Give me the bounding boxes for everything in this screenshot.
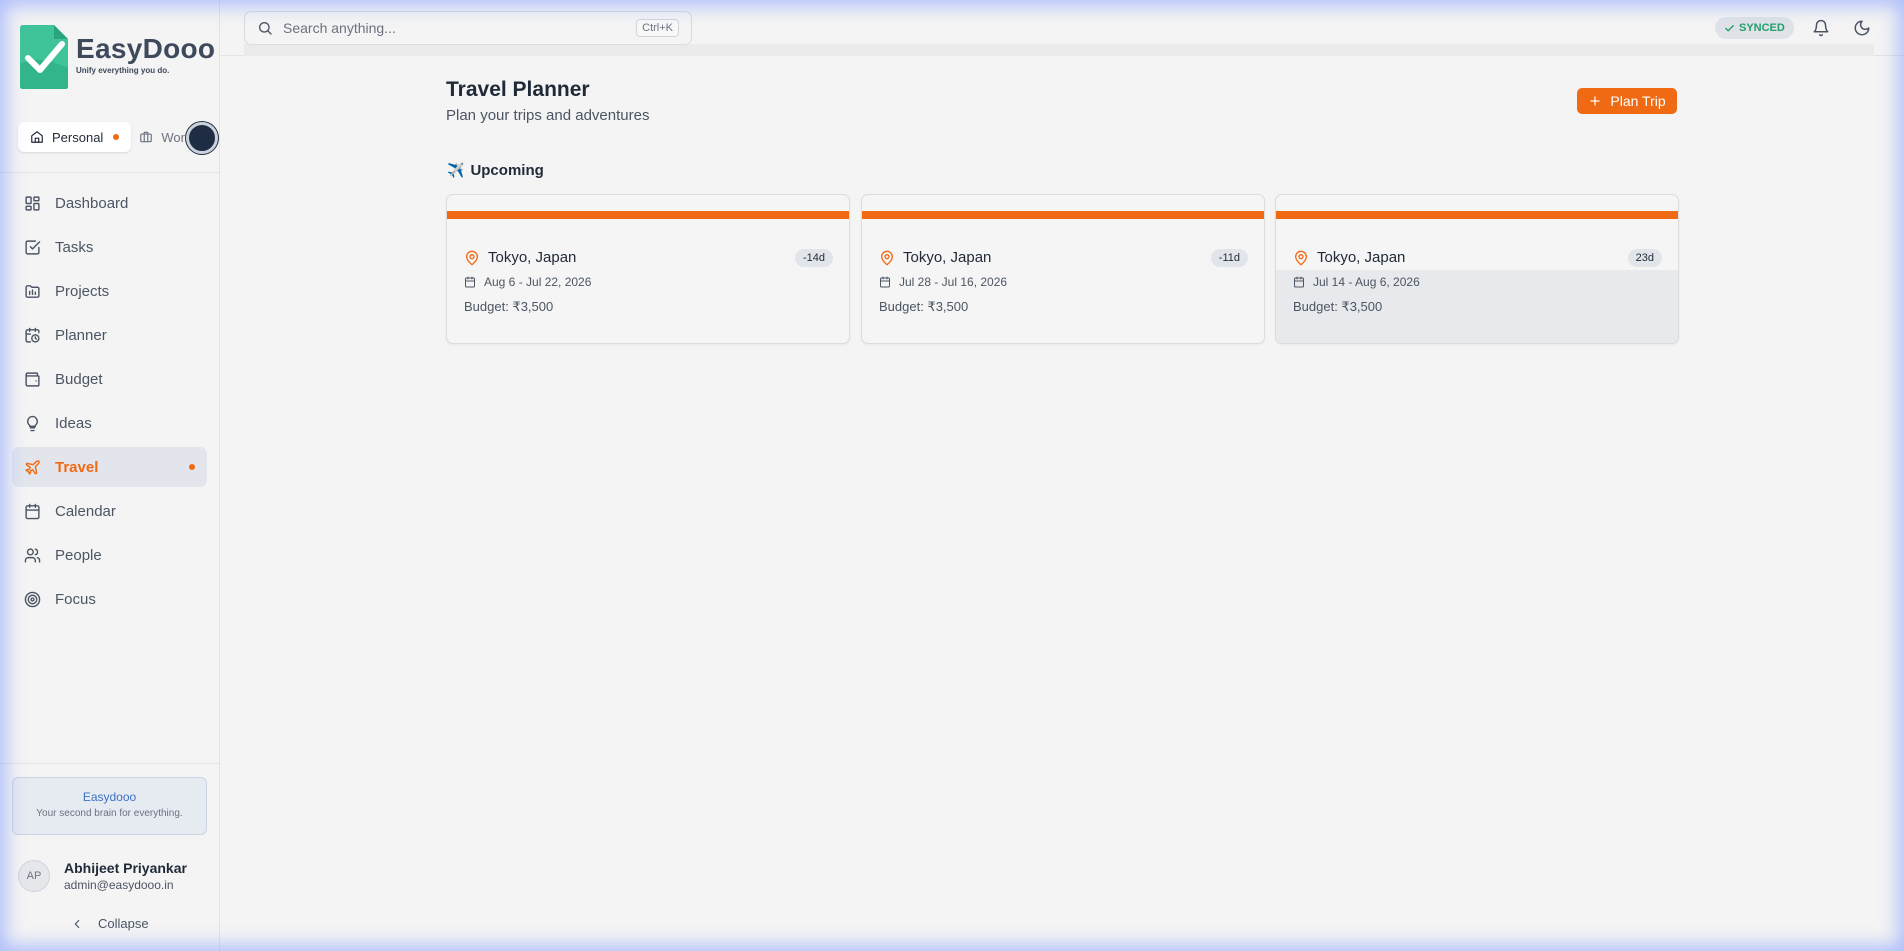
lightbulb-icon xyxy=(27,415,38,431)
avatar: AP xyxy=(18,860,50,892)
sidebar-item-projects[interactable]: Projects xyxy=(12,271,207,311)
workspace-switcher: Personal Work xyxy=(18,122,203,152)
plus-icon xyxy=(1590,96,1601,106)
promo-subtitle: Your second brain for everything. xyxy=(36,808,183,819)
people-icon xyxy=(24,547,41,563)
trip-destination: Tokyo, Japan xyxy=(488,249,577,266)
trip-days-badge: 23d xyxy=(1627,249,1662,267)
trip-card-accent-bar xyxy=(447,211,849,219)
sidebar-item-people[interactable]: People xyxy=(12,535,207,575)
sidebar-item-planner[interactable]: Planner xyxy=(12,315,207,355)
check-icon xyxy=(1725,24,1734,31)
sidebar-item-dashboard[interactable]: Dashboard xyxy=(12,183,207,223)
sidebar-divider xyxy=(0,763,220,764)
trip-budget: Budget: ₹3,500 xyxy=(1293,299,1383,314)
calendar-icon xyxy=(880,276,890,288)
sidebar-item-label: Budget xyxy=(55,370,103,388)
sidebar-item-label: Ideas xyxy=(55,414,92,432)
trip-card[interactable]: Tokyo, Japan 23d Jul 14 - Aug 6, 2026 Bu… xyxy=(1275,194,1679,344)
user-name: Abhijeet Priyankar xyxy=(64,860,187,876)
logo-icon xyxy=(18,24,70,90)
trip-days-badge: -11d xyxy=(1210,249,1248,267)
screen-glow-frame xyxy=(0,0,1904,951)
sidebar-item-label: Tasks xyxy=(55,238,94,256)
search-icon xyxy=(259,22,272,35)
top-bar-strip xyxy=(244,44,1874,56)
promo-card: Easydooo Your second brain for everythin… xyxy=(12,777,207,835)
calendar-icon xyxy=(25,503,40,519)
sync-status-badge: SYNCED xyxy=(1715,17,1794,39)
brand-name: EasyDooo xyxy=(76,33,216,64)
active-indicator-dot xyxy=(189,464,195,470)
calendar-icon xyxy=(1294,276,1304,288)
airplane-emoji-icon: ✈️ xyxy=(447,162,465,178)
workspace-personal-label: Personal xyxy=(52,129,104,145)
trip-budget: Budget: ₹3,500 xyxy=(879,299,969,314)
wallet-icon xyxy=(25,371,40,387)
sidebar-item-calendar[interactable]: Calendar xyxy=(12,491,207,531)
sidebar-item-tasks[interactable]: Tasks xyxy=(12,227,207,267)
search-placeholder: Search anything... xyxy=(283,20,396,36)
sidebar-item-label: Dashboard xyxy=(55,194,129,212)
home-icon xyxy=(31,131,43,143)
sidebar: EasyDooo Unify everything you do. Person… xyxy=(0,0,220,951)
brand-tagline: Unify everything you do. xyxy=(76,66,170,75)
trip-card-accent-bar xyxy=(1276,211,1678,219)
trip-destination: Tokyo, Japan xyxy=(903,249,992,266)
planner-icon xyxy=(25,327,40,343)
promo-title: Easydooo xyxy=(82,790,137,804)
page-title: Travel Planner xyxy=(446,78,590,101)
page-subtitle: Plan your trips and adventures xyxy=(446,107,650,124)
sidebar-item-ideas[interactable]: Ideas xyxy=(12,403,207,443)
workspace-personal-button[interactable]: Personal xyxy=(18,122,132,152)
brand-logo[interactable]: EasyDooo Unify everything you do. xyxy=(18,24,215,90)
tasks-icon xyxy=(25,239,41,255)
calendar-icon xyxy=(465,276,475,288)
trip-destination: Tokyo, Japan xyxy=(1317,249,1406,266)
map-pin-icon xyxy=(1295,250,1307,265)
dashboard-icon xyxy=(25,195,40,211)
trip-budget: Budget: ₹3,500 xyxy=(464,299,554,314)
bell-icon[interactable] xyxy=(1812,19,1830,37)
trip-card[interactable]: Tokyo, Japan -11d Jul 28 - Jul 16, 2026 … xyxy=(861,194,1265,344)
plan-trip-label: Plan Trip xyxy=(1610,93,1666,109)
chevron-left-icon xyxy=(74,919,80,928)
projects-icon xyxy=(25,284,40,298)
sidebar-item-label: Calendar xyxy=(55,502,116,520)
search-input[interactable]: Search anything... Ctrl+K xyxy=(244,11,692,45)
map-pin-icon xyxy=(466,250,478,265)
target-icon xyxy=(24,591,41,607)
sidebar-item-travel[interactable]: Travel xyxy=(12,447,207,487)
active-indicator-dot xyxy=(113,134,120,140)
sidebar-item-label: People xyxy=(55,546,102,564)
sync-status-label: SYNCED xyxy=(1739,22,1785,34)
sidebar-item-budget[interactable]: Budget xyxy=(12,359,207,399)
user-email: admin@easydooo.in xyxy=(64,878,174,892)
mouse-cursor-indicator xyxy=(186,122,218,154)
trip-dates: Jul 14 - Aug 6, 2026 xyxy=(1313,275,1420,289)
plan-trip-button[interactable]: Plan Trip xyxy=(1577,88,1677,114)
trip-card[interactable]: Tokyo, Japan -14d Aug 6 - Jul 22, 2026 B… xyxy=(446,194,850,344)
collapse-label: Collapse xyxy=(98,916,149,931)
sidebar-item-label: Travel xyxy=(55,458,99,476)
collapse-button[interactable]: Collapse xyxy=(70,916,149,931)
moon-icon[interactable] xyxy=(1853,19,1871,37)
sidebar-item-label: Focus xyxy=(55,590,96,608)
section-title: Upcoming xyxy=(470,162,544,179)
trip-card-accent-bar xyxy=(862,211,1264,219)
trip-dates: Jul 28 - Jul 16, 2026 xyxy=(899,275,1008,289)
sidebar-item-focus[interactable]: Focus xyxy=(12,579,207,619)
sidebar-nav: Dashboard Tasks Projects Planner Budget … xyxy=(12,183,207,623)
user-profile[interactable]: AP Abhijeet Priyankar admin@easydooo.in xyxy=(18,860,187,892)
trip-days-badge: -14d xyxy=(794,249,833,267)
sidebar-item-label: Planner xyxy=(55,326,107,344)
plane-icon xyxy=(25,459,40,475)
section-heading: ✈️ Upcoming xyxy=(447,162,544,179)
sidebar-divider xyxy=(0,172,220,173)
trip-dates: Aug 6 - Jul 22, 2026 xyxy=(484,275,592,289)
briefcase-icon xyxy=(140,131,153,143)
search-shortcut-hint: Ctrl+K xyxy=(636,19,679,37)
map-pin-icon xyxy=(881,250,893,265)
sidebar-item-label: Projects xyxy=(55,282,110,300)
